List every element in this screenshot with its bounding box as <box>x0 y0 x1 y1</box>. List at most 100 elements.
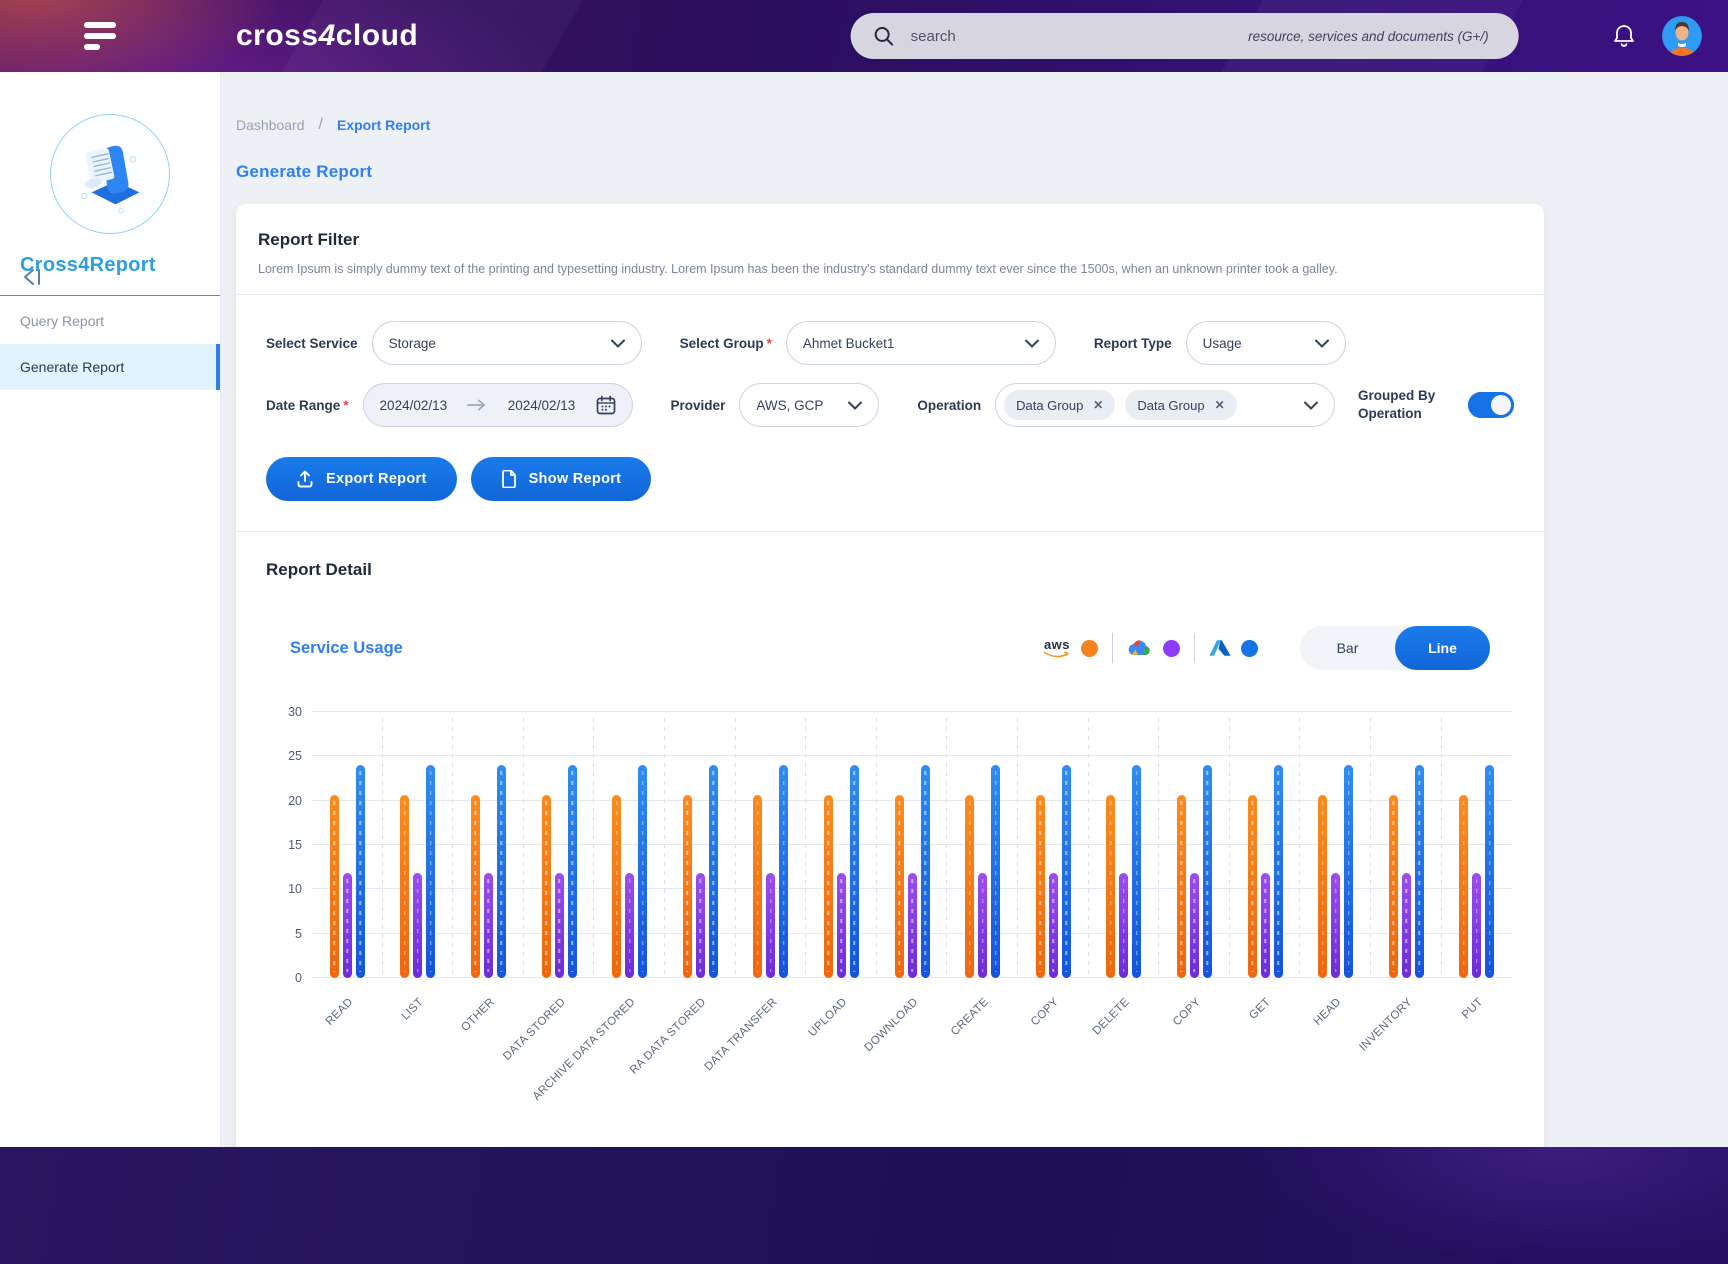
bar-gcp[interactable] <box>837 873 846 978</box>
bar-azure[interactable] <box>709 765 718 978</box>
bar-group <box>1371 712 1442 978</box>
bar-gcp[interactable] <box>908 873 917 978</box>
bar-azure[interactable] <box>1274 765 1283 978</box>
bar-gcp[interactable] <box>978 873 987 978</box>
x-tick-label: COPY <box>1171 996 1203 1028</box>
top-bar: cross4cloud resource, services and docum… <box>0 0 1728 72</box>
sidebar-collapse-icon[interactable] <box>22 267 44 287</box>
bar-gcp[interactable] <box>1331 873 1340 978</box>
bar-azure[interactable] <box>1062 765 1071 978</box>
bar-azure[interactable] <box>921 765 930 978</box>
aws-series-dot <box>1081 640 1098 657</box>
bar-group <box>1230 712 1301 978</box>
bar-azure[interactable] <box>991 765 1000 978</box>
bar-gcp[interactable] <box>1261 873 1270 978</box>
user-avatar[interactable] <box>1662 16 1702 56</box>
bar-gcp[interactable] <box>1472 873 1481 978</box>
chart-title: Service Usage <box>290 639 403 658</box>
toggle-bar-button[interactable]: Bar <box>1300 626 1395 670</box>
select-group-dropdown[interactable]: Ahmet Bucket1 <box>786 321 1056 365</box>
toggle-line-button[interactable]: Line <box>1395 626 1490 670</box>
bar-group <box>1442 712 1513 978</box>
breadcrumb-export-report[interactable]: Export Report <box>337 117 430 133</box>
provider-dropdown[interactable]: AWS, GCP <box>739 383 879 427</box>
breadcrumb: Dashboard / Export Report <box>236 116 1544 134</box>
bar-azure[interactable] <box>1344 765 1353 978</box>
chevron-down-icon <box>1025 339 1039 348</box>
bar-gcp[interactable] <box>1190 873 1199 978</box>
bar-group <box>1018 712 1089 978</box>
bar-gcp[interactable] <box>484 873 493 978</box>
bar-gcp[interactable] <box>625 873 634 978</box>
legend-separator <box>1194 633 1195 663</box>
bar-azure[interactable] <box>1203 765 1212 978</box>
report-type-dropdown[interactable]: Usage <box>1186 321 1346 365</box>
global-search[interactable]: resource, services and documents (G+/) <box>851 13 1519 59</box>
bar-aws[interactable] <box>471 795 480 978</box>
export-report-button[interactable]: Export Report <box>266 457 457 501</box>
bar-azure[interactable] <box>779 765 788 978</box>
show-report-button[interactable]: Show Report <box>471 457 652 501</box>
notifications-bell-icon[interactable] <box>1612 23 1636 49</box>
bar-gcp[interactable] <box>1049 873 1058 978</box>
report-type-label: Report Type <box>1094 336 1172 351</box>
bar-azure[interactable] <box>356 765 365 978</box>
bar-gcp[interactable] <box>555 873 564 978</box>
date-end[interactable]: 2024/02/13 <box>508 398 576 413</box>
bar-aws[interactable] <box>683 795 692 978</box>
operation-multiselect[interactable]: Data Group ✕ Data Group ✕ <box>995 383 1335 427</box>
bar-aws[interactable] <box>400 795 409 978</box>
bar-gcp[interactable] <box>343 873 352 978</box>
bar-aws[interactable] <box>1459 795 1468 978</box>
document-icon <box>501 470 517 488</box>
bar-gcp[interactable] <box>766 873 775 978</box>
bar-aws[interactable] <box>965 795 974 978</box>
grouped-by-operation-toggle[interactable] <box>1468 392 1514 418</box>
sidebar-item-generate-report[interactable]: Generate Report <box>0 344 220 390</box>
search-input[interactable] <box>909 27 1249 46</box>
bar-aws[interactable] <box>1177 795 1186 978</box>
bar-azure[interactable] <box>1415 765 1424 978</box>
date-start[interactable]: 2024/02/13 <box>380 398 448 413</box>
bar-gcp[interactable] <box>1402 873 1411 978</box>
breadcrumb-separator: / <box>319 116 323 134</box>
bar-gcp[interactable] <box>696 873 705 978</box>
main-content: Dashboard / Export Report Generate Repor… <box>221 72 1728 1147</box>
bar-azure[interactable] <box>1485 765 1494 978</box>
date-range-input[interactable]: 2024/02/13 2024/02/13 <box>363 383 633 427</box>
bar-aws[interactable] <box>753 795 762 978</box>
bar-aws[interactable] <box>1318 795 1327 978</box>
chip-remove-icon[interactable]: ✕ <box>1215 398 1225 412</box>
chip-remove-icon[interactable]: ✕ <box>1093 398 1103 412</box>
bar-azure[interactable] <box>497 765 506 978</box>
bar-aws[interactable] <box>330 795 339 978</box>
bar-aws[interactable] <box>542 795 551 978</box>
bar-azure[interactable] <box>568 765 577 978</box>
bar-gcp[interactable] <box>413 873 422 978</box>
bar-aws[interactable] <box>612 795 621 978</box>
azure-series-dot <box>1241 640 1258 657</box>
bar-group <box>524 712 595 978</box>
select-service-dropdown[interactable]: Storage <box>372 321 642 365</box>
x-tick-label: READ <box>324 996 356 1028</box>
bar-aws[interactable] <box>1248 795 1257 978</box>
bar-group <box>665 712 736 978</box>
bar-azure[interactable] <box>1132 765 1141 978</box>
bar-azure[interactable] <box>850 765 859 978</box>
hamburger-menu-icon[interactable] <box>84 22 118 50</box>
bar-aws[interactable] <box>895 795 904 978</box>
calendar-icon[interactable] <box>596 395 616 415</box>
bar-aws[interactable] <box>1106 795 1115 978</box>
sidebar-item-query-report[interactable]: Query Report <box>0 298 220 344</box>
bar-aws[interactable] <box>1389 795 1398 978</box>
bar-aws[interactable] <box>824 795 833 978</box>
x-tick-label: COPY <box>1029 996 1061 1028</box>
bar-gcp[interactable] <box>1119 873 1128 978</box>
bar-aws[interactable] <box>1036 795 1045 978</box>
breadcrumb-dashboard[interactable]: Dashboard <box>236 117 305 133</box>
x-tick-label: HEAD <box>1312 996 1344 1028</box>
bar-azure[interactable] <box>638 765 647 978</box>
bar-azure[interactable] <box>426 765 435 978</box>
y-tick-label: 20 <box>288 794 302 808</box>
bar-group <box>383 712 454 978</box>
